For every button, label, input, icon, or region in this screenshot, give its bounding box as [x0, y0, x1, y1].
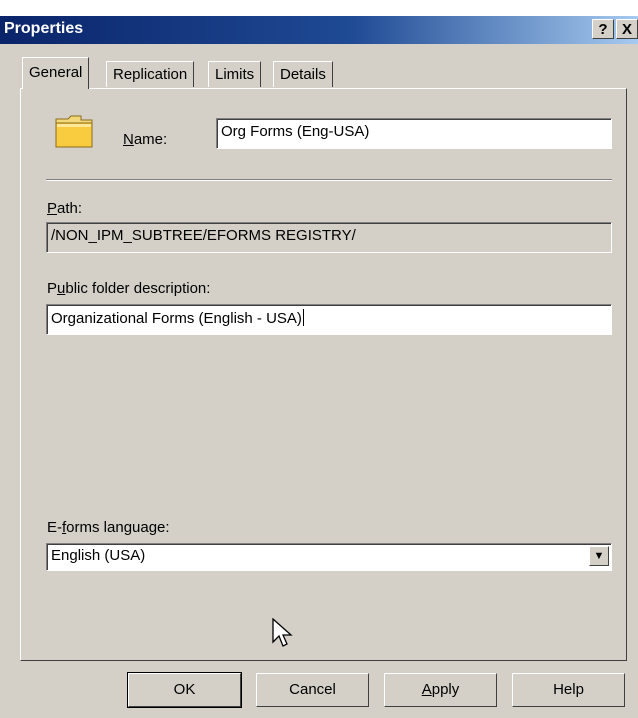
- cancel-button[interactable]: Cancel: [256, 673, 369, 707]
- description-text: Organizational Forms (English - USA): [51, 310, 302, 327]
- tab-replication[interactable]: Replication: [106, 61, 195, 87]
- tab-general[interactable]: General: [22, 57, 90, 89]
- chevron-down-icon[interactable]: ▼: [589, 546, 609, 566]
- tab-panel-general: [20, 88, 627, 661]
- tab-details[interactable]: Details: [273, 61, 333, 87]
- language-label: E-forms language:: [47, 519, 170, 536]
- description-input[interactable]: Organizational Forms (English - USA): [46, 304, 612, 335]
- name-label: Name:: [123, 131, 168, 148]
- ok-button[interactable]: OK: [127, 672, 242, 708]
- folder-icon: [55, 115, 93, 148]
- description-label: Public folder description:: [47, 280, 211, 297]
- path-label: Path:: [47, 200, 83, 217]
- title-bar[interactable]: Properties ? X: [0, 16, 638, 44]
- name-input[interactable]: Org Forms (Eng-USA): [216, 118, 612, 149]
- separator: [46, 179, 612, 181]
- help-icon[interactable]: ?: [592, 19, 614, 39]
- screen-background: [0, 0, 638, 16]
- apply-button[interactable]: Apply: [384, 673, 497, 707]
- close-icon[interactable]: X: [616, 19, 638, 39]
- language-select[interactable]: English (USA) ▼: [46, 543, 612, 571]
- tab-limits[interactable]: Limits: [208, 61, 262, 87]
- text-caret: [302, 309, 304, 326]
- language-selected-value: English (USA): [51, 547, 146, 564]
- window-title: Properties: [4, 20, 84, 37]
- path-field: /NON_IPM_SUBTREE/EFORMS REGISTRY/: [46, 222, 612, 253]
- help-button[interactable]: Help: [512, 673, 625, 707]
- mouse-pointer-icon: [272, 618, 293, 647]
